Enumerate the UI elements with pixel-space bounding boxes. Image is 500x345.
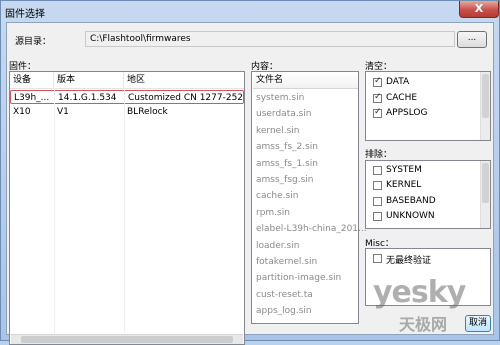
exclude-panel: SYSTEM KERNEL BASEBAND UNKNOWN: [365, 160, 491, 229]
window-title: 固件选择: [5, 9, 45, 20]
exclude-checkbox[interactable]: [373, 181, 382, 191]
wipe-panel: DATA CACHE APPSLOG: [365, 71, 491, 141]
firmware-version: V1: [57, 107, 69, 117]
scrollbar-thumb[interactable]: [21, 336, 233, 343]
wipe-checkbox-label[interactable]: CACHE: [386, 93, 417, 103]
firmware-list[interactable]: 设备 版本 地区 L39h_... 14.1.G.1.534 Customize…: [9, 71, 245, 345]
misc-checkbox-label[interactable]: 无最终验证: [386, 253, 431, 266]
column-divider: [124, 88, 125, 333]
close-button[interactable]: X: [459, 1, 499, 18]
file-list-item[interactable]: amss_fs_2.sin: [256, 142, 318, 152]
firmware-row[interactable]: X10 V1 BLRelock: [10, 105, 244, 119]
watermark-logo: yesky: [373, 275, 466, 310]
exclude-checkbox[interactable]: [373, 166, 382, 175]
misc-checkbox[interactable]: [373, 254, 382, 263]
file-list-item[interactable]: cust-reset.ta: [256, 290, 313, 300]
file-list-item[interactable]: rpm.sin: [256, 208, 290, 218]
file-list-item[interactable]: apps_log.sin: [256, 306, 312, 316]
file-list-item[interactable]: cache.sin: [256, 191, 298, 201]
firmware-region: Customized CN 1277-2526: [128, 93, 243, 103]
content-file-list[interactable]: 文件名 system.sin userdata.sin kernel.sin amss…: [251, 71, 367, 324]
exclude-checkbox[interactable]: [373, 211, 382, 221]
exclude-checkbox-label[interactable]: SYSTEM: [386, 165, 422, 175]
file-list-item[interactable]: fotakernel.sin: [256, 257, 317, 267]
exclude-label: 排除：: [365, 150, 393, 160]
column-header-region[interactable]: 地区: [124, 72, 244, 88]
firmware-region: BLRelock: [127, 107, 168, 117]
file-list-item[interactable]: partition-image.sin: [256, 273, 341, 283]
source-dir-label: 源目录：: [15, 37, 52, 47]
watermark-sub: 天极网: [399, 315, 448, 334]
file-list-item[interactable]: loader.sin: [256, 241, 299, 251]
firmware-selector-window: 固件选择 X 源目录： C:\Flashtool\firmwares ... 固…: [0, 0, 500, 345]
wipe-checkbox[interactable]: [373, 107, 382, 118]
file-list-item[interactable]: system.sin: [256, 93, 304, 103]
wipe-checkbox[interactable]: [373, 76, 382, 87]
file-list-item[interactable]: amss_fs_1.sin: [256, 159, 318, 169]
wipe-checkbox-label[interactable]: DATA: [386, 77, 409, 87]
column-header-device[interactable]: 设备: [10, 72, 54, 88]
exclude-checkbox[interactable]: [373, 196, 382, 206]
wipe-checkbox-label[interactable]: APPSLOG: [386, 108, 427, 118]
column-divider: [54, 88, 55, 333]
firmware-list-header: 设备 版本 地区: [10, 72, 244, 89]
column-header-version[interactable]: 版本: [54, 72, 124, 88]
wipe-vscrollbar[interactable]: [480, 72, 490, 140]
exclude-checkbox-label[interactable]: BASEBAND: [386, 196, 436, 206]
cancel-button[interactable]: 取消: [465, 315, 491, 332]
exclude-vscrollbar[interactable]: [480, 161, 490, 228]
firmware-row[interactable]: L39h_... 14.1.G.1.534 Customized CN 1277…: [10, 90, 244, 104]
file-list-item[interactable]: userdata.sin: [256, 109, 312, 119]
file-list-item[interactable]: elabel-L39h-china_201...: [256, 224, 367, 234]
file-list-item[interactable]: kernel.sin: [256, 126, 299, 136]
firmware-device: X10: [13, 107, 31, 117]
browse-button[interactable]: ...: [457, 31, 487, 48]
firmware-list-hscrollbar[interactable]: [11, 334, 243, 344]
exclude-checkbox-label[interactable]: UNKNOWN: [386, 211, 435, 221]
column-header-filename[interactable]: 文件名: [253, 73, 358, 89]
title-bar[interactable]: 固件选择 X: [1, 1, 499, 21]
scrollbar-thumb[interactable]: [482, 74, 489, 118]
firmware-device: L39h_...: [14, 93, 50, 103]
firmware-version: 14.1.G.1.534: [58, 93, 117, 103]
exclude-checkbox-label[interactable]: KERNEL: [386, 180, 421, 190]
file-list-item[interactable]: amss_fsg.sin: [256, 175, 314, 185]
scrollbar-thumb[interactable]: [482, 163, 489, 203]
source-dir-input[interactable]: C:\Flashtool\firmwares: [85, 31, 455, 47]
wipe-checkbox[interactable]: [373, 92, 382, 103]
